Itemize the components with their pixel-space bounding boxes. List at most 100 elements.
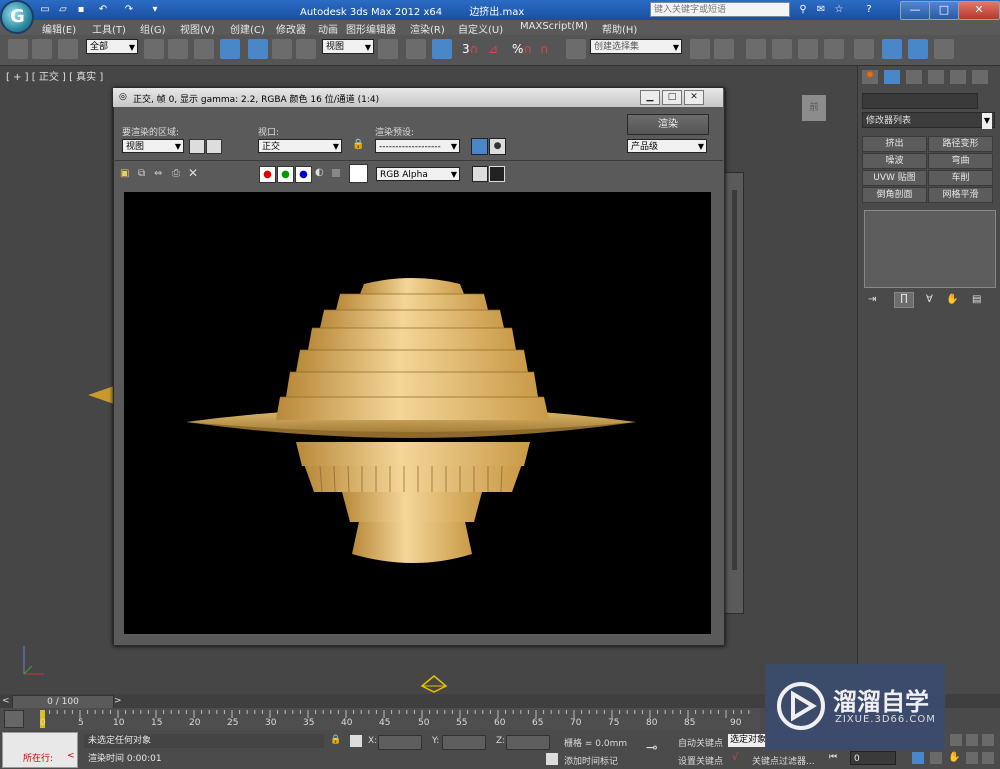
maximize-viewport-icon[interactable] bbox=[982, 752, 994, 764]
time-slider-thumb[interactable]: 0 / 100 bbox=[12, 695, 114, 709]
create-tab-icon[interactable]: ✸ bbox=[862, 70, 878, 84]
auto-key-button[interactable]: 自动关键点 bbox=[678, 736, 723, 749]
binoculars-icon[interactable]: ⚲ bbox=[796, 3, 810, 16]
render-canvas[interactable] bbox=[124, 192, 711, 634]
link-icon[interactable] bbox=[8, 39, 28, 59]
save-image-icon[interactable]: ▣ bbox=[120, 168, 129, 179]
time-config-icon[interactable] bbox=[912, 752, 924, 764]
object-fragment[interactable] bbox=[88, 386, 114, 404]
schematic-view-icon[interactable] bbox=[824, 39, 844, 59]
pin-stack-icon[interactable]: ⇥ bbox=[868, 294, 876, 305]
spinner-snap-icon[interactable]: ∩ bbox=[540, 42, 549, 56]
menu-views[interactable]: 视图(V) bbox=[180, 21, 215, 36]
render-window-titlebar[interactable]: ◎ 正交, 帧 0, 显示 gamma: 2.2, RGBA 颜色 16 位/通… bbox=[113, 88, 723, 107]
make-unique-icon[interactable]: ∀ bbox=[926, 294, 933, 305]
viewcube[interactable]: 前 bbox=[802, 95, 826, 121]
hierarchy-tab-icon[interactable] bbox=[906, 70, 922, 84]
environment-effects-icon[interactable]: ● bbox=[489, 138, 506, 155]
undo-icon[interactable]: ↶ bbox=[96, 3, 110, 16]
menu-graph-editors[interactable]: 图形编辑器 bbox=[346, 21, 396, 36]
render-quality-dropdown[interactable]: 产品级 ▼ bbox=[627, 139, 707, 153]
maximize-button[interactable]: □ bbox=[929, 1, 959, 20]
add-time-tag-button[interactable]: 添加时间标记 bbox=[564, 754, 618, 767]
selection-lock-icon[interactable]: 🔒 bbox=[330, 735, 341, 745]
render-area-dropdown[interactable]: 视图 ▼ bbox=[122, 139, 184, 153]
current-frame-field[interactable]: 0 bbox=[850, 751, 896, 765]
new-file-icon[interactable]: ▭ bbox=[38, 3, 52, 16]
toggle-ui-overlay-icon[interactable] bbox=[472, 166, 488, 182]
close-button[interactable]: ✕ bbox=[958, 1, 1000, 20]
pivot-center-icon[interactable] bbox=[378, 39, 398, 59]
redo-icon[interactable]: ↷ bbox=[122, 3, 136, 16]
select-scale-icon[interactable] bbox=[296, 39, 316, 59]
y-coordinate-field[interactable] bbox=[442, 735, 486, 750]
toggle-ui-icon[interactable] bbox=[489, 166, 505, 182]
viewport-view-label[interactable]: [ 正交 ] bbox=[32, 72, 66, 83]
modifier-meshsmooth-button[interactable]: 网格平滑 bbox=[928, 187, 993, 203]
menu-help[interactable]: 帮助(H) bbox=[602, 21, 637, 36]
orbit-icon[interactable] bbox=[966, 752, 978, 764]
curve-editor-icon[interactable] bbox=[798, 39, 818, 59]
key-mode-dropdown[interactable]: 选定对象 bbox=[728, 734, 766, 747]
render-button[interactable]: 渲染 bbox=[627, 114, 709, 135]
z-coordinate-field[interactable] bbox=[506, 735, 550, 750]
transform-gizmo-icon[interactable] bbox=[420, 674, 448, 694]
rendered-frame-window-icon[interactable] bbox=[908, 39, 928, 59]
viewport-shading-label[interactable]: [ 真实 ] bbox=[69, 72, 103, 83]
clone-window-icon[interactable]: ⇔ bbox=[154, 168, 162, 179]
help-icon[interactable]: ? bbox=[862, 3, 876, 16]
menu-customize[interactable]: 自定义(U) bbox=[458, 21, 503, 36]
alpha-channel-icon[interactable]: ◐ bbox=[315, 167, 324, 178]
go-to-start-icon[interactable]: ⏮ bbox=[829, 752, 837, 762]
print-image-icon[interactable]: ⎙ bbox=[172, 168, 180, 179]
menu-rendering[interactable]: 渲染(R) bbox=[410, 21, 445, 36]
reference-coord-dropdown[interactable]: 视图 ▼ bbox=[322, 39, 374, 54]
render-preset-dropdown[interactable]: ------------------- ▼ bbox=[375, 139, 460, 153]
remove-modifier-icon[interactable]: ✋ bbox=[946, 294, 958, 305]
maxscript-listener[interactable]: 所在行: < bbox=[2, 732, 78, 768]
show-end-result-icon[interactable]: ∏ bbox=[894, 292, 914, 308]
align-icon[interactable] bbox=[714, 39, 734, 59]
save-file-icon[interactable]: ▪ bbox=[74, 3, 88, 16]
zoom-extents-icon[interactable] bbox=[982, 734, 994, 746]
render-window-maximize[interactable]: □ bbox=[662, 90, 682, 105]
viewport-menu-label[interactable]: [ + ] bbox=[6, 72, 29, 83]
window-crossing-icon[interactable] bbox=[220, 39, 240, 59]
clear-image-icon[interactable]: ✕ bbox=[188, 166, 198, 180]
select-move-icon[interactable] bbox=[248, 39, 268, 59]
menu-tools[interactable]: 工具(T) bbox=[92, 21, 126, 36]
select-rotate-icon[interactable] bbox=[272, 39, 292, 59]
snaps-toggle-icon[interactable]: 3∩ bbox=[462, 42, 478, 56]
modifier-bevel-profile-button[interactable]: 倒角剖面 bbox=[862, 187, 927, 203]
zoom-icon[interactable] bbox=[950, 734, 962, 746]
communication-icon[interactable]: ✉ bbox=[814, 3, 828, 16]
modifier-extrude-button[interactable]: 挤出 bbox=[862, 136, 927, 152]
background-window-scrollbar[interactable] bbox=[732, 190, 737, 570]
edit-named-selection-icon[interactable] bbox=[566, 39, 586, 59]
select-manipulate-icon[interactable] bbox=[406, 39, 426, 59]
modifier-lathe-button[interactable]: 车削 bbox=[928, 170, 993, 186]
quick-access-dropdown-icon[interactable]: ▾ bbox=[148, 3, 162, 16]
menu-create[interactable]: 创建(C) bbox=[230, 21, 265, 36]
utilities-tab-icon[interactable] bbox=[972, 70, 988, 84]
render-production-icon[interactable] bbox=[934, 39, 954, 59]
open-file-icon[interactable]: ▱ bbox=[56, 3, 70, 16]
menu-edit[interactable]: 编辑(E) bbox=[42, 21, 76, 36]
unlink-icon[interactable] bbox=[32, 39, 52, 59]
modifier-stack[interactable] bbox=[864, 210, 996, 288]
named-selection-dropdown[interactable]: 创建选择集 ▼ bbox=[590, 39, 682, 54]
absolute-mode-icon[interactable] bbox=[350, 735, 362, 747]
rect-selection-icon[interactable] bbox=[194, 39, 214, 59]
prev-frame-icon[interactable]: < bbox=[2, 696, 10, 706]
modifier-bend-button[interactable]: 弯曲 bbox=[928, 153, 993, 169]
modifier-noise-button[interactable]: 噪波 bbox=[862, 153, 927, 169]
key-filters-button[interactable]: 关键点过滤器... bbox=[752, 754, 815, 767]
x-coordinate-field[interactable] bbox=[378, 735, 422, 750]
key-filter-icon[interactable]: √ bbox=[732, 752, 738, 763]
select-object-icon[interactable] bbox=[144, 39, 164, 59]
render-setup-small-icon[interactable] bbox=[471, 138, 488, 155]
blue-channel-toggle[interactable]: ● bbox=[295, 166, 312, 183]
layer-manager-icon[interactable] bbox=[746, 39, 766, 59]
lock-viewport-icon[interactable]: 🔒 bbox=[352, 139, 364, 150]
favorites-icon[interactable]: ☆ bbox=[832, 3, 846, 16]
